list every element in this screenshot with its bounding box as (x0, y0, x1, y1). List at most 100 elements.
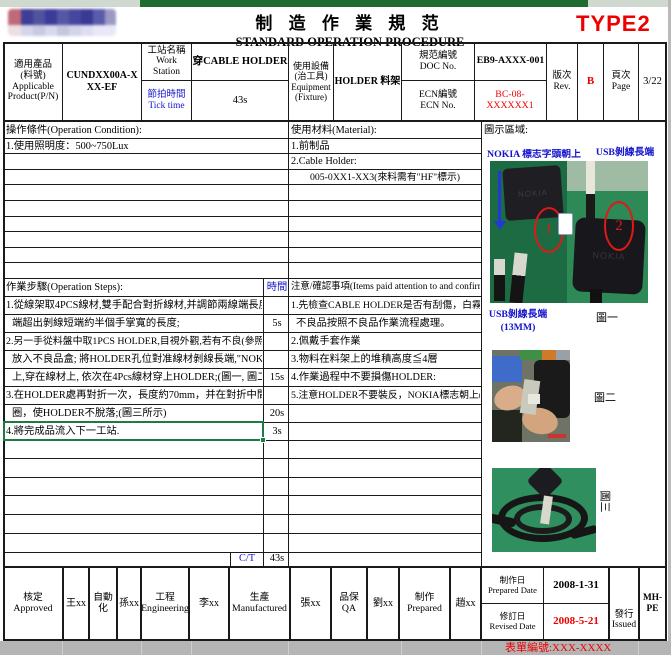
figure-3-label: 圖三 (596, 491, 613, 523)
figure-1-label: 圖一 (596, 310, 628, 327)
doc-no-label: 規范編號 DOC No. (402, 43, 474, 80)
approved-signature: 王xx (64, 568, 88, 639)
photo2-blue-bin (492, 356, 522, 382)
logo-block (33, 25, 45, 36)
tick-time-label: 節拍時間 Tick time (142, 81, 191, 120)
logo-block (93, 9, 105, 25)
top-strip-green (140, 0, 588, 7)
operation-condition-item: 1.使用照明度：500~750Lux (6, 139, 286, 154)
selected-cell-outline[interactable] (3, 421, 264, 441)
tick-time-value: 43s (192, 81, 288, 120)
grid-line (288, 43, 289, 566)
logo-block (45, 9, 57, 25)
photo2-detail (556, 350, 570, 360)
manufactured-label: 生產 Manufactured (230, 568, 289, 639)
logo-block (81, 9, 93, 25)
logo-block (8, 25, 21, 36)
equipment-label: 使用設備 (治工具) Equipment (Fixture) (289, 43, 333, 120)
equipment-value: HOLDER 料架 (334, 43, 401, 120)
arrow-down-icon (494, 221, 506, 230)
ecn-no-label: ECN編號 ECN No. (402, 81, 474, 120)
grid-line (3, 231, 481, 232)
time-header: 時間 (264, 279, 290, 296)
logo-block (93, 25, 116, 36)
page-title: 制 造 作 業 規 范 (130, 9, 570, 34)
automation-signature: 孫xx (118, 568, 140, 639)
photo2-detail (520, 350, 542, 360)
logo-block (8, 9, 21, 25)
department-code: MH-PE (640, 568, 665, 639)
automation-label: 自動 化 (90, 568, 116, 639)
cable-piece (494, 259, 505, 301)
qa-signature: 劉xx (368, 568, 398, 639)
step-text: 端超出剝線短端約半個手掌寬的長度; (12, 315, 262, 332)
cable-piece (509, 252, 527, 303)
logo-block (21, 25, 33, 36)
selection-fill-handle[interactable] (260, 437, 266, 443)
attention-item: 4.作業過程中不要損傷HOLDER: (291, 369, 480, 386)
ecn-no-value: BC-08-XXXXXX1 (474, 81, 546, 120)
attention-item: 3.物料在料架上的堆積高度≦4層 (291, 351, 480, 368)
logo-block (33, 9, 45, 25)
prepared-date-label: 制作日 Prepared Date (482, 568, 543, 603)
strip-line (62, 641, 63, 655)
callout-circle-2: 2 (604, 201, 634, 251)
company-logo-blurred (8, 9, 116, 36)
sop-document-page: 制 造 作 業 規 范 STANDARD OPERATION PROCEDURE… (0, 0, 671, 655)
photo1-right-pale (567, 161, 648, 191)
prepared-signature: 趙xx (451, 568, 480, 639)
operation-condition-header: 操作條件(Operation Condition): (6, 123, 286, 138)
stripped-cable-end (586, 161, 595, 223)
revised-date-value: 2008-5-21 (544, 604, 608, 639)
photo-figure-3 (492, 468, 596, 552)
attention-item: 2.佩戴手套作業 (291, 333, 480, 350)
page-value: 3/22 (639, 43, 666, 120)
photo2-cable-bit (528, 394, 540, 404)
logo-block (45, 25, 57, 36)
strip-line (401, 641, 402, 655)
callout-number: 1 (546, 222, 553, 238)
issued-label: 發行 Issued (610, 568, 638, 639)
attention-header: 注意/確認事項(Items paid attention to and conf… (291, 279, 480, 296)
page-label: 頁次 Page (604, 43, 638, 120)
callout-number: 2 (615, 218, 623, 235)
grid-line (3, 200, 481, 201)
step-text: 上,穿在線材上, 依次在4Pcs線材穿上HOLDER;(圖一, 圖二所示) (12, 369, 262, 386)
step-text: 放入不良品盒; 將HOLDER孔位對准線材剝線長端,"NOKIA"字頭朝 (12, 351, 262, 368)
step-time: 3s (264, 423, 290, 440)
engineering-label: 工程 Engineering (142, 568, 188, 639)
step-text: 圈，使HOLDER不脫落;(圖三所示) (12, 405, 262, 422)
attention-item: 不良品按照不良品作業流程處理。 (296, 315, 480, 332)
grid-line (3, 495, 481, 496)
logo-block (81, 25, 93, 36)
strip-line (191, 641, 192, 655)
qa-label: 品保 QA (332, 568, 366, 639)
step-text: 3.在HOLDER處再對折一次，長度約70mm，并在對折中間處扎上橡皮 (6, 387, 262, 404)
grid-line (3, 120, 667, 122)
figure-note-nokia: NOKIA 標志字頭朝上 (487, 149, 599, 161)
photo2-timestamp (548, 434, 566, 438)
photo-figure-1: NOKIA 1 NOKIA 2 (490, 161, 648, 303)
figure-note-usb-2: USB剝線長端 (13MM) (482, 306, 554, 336)
manufactured-signature: 張xx (291, 568, 330, 639)
revised-date-label: 修訂日 Revised Date (482, 604, 543, 639)
logo-block (21, 9, 33, 25)
grid-line (3, 477, 481, 478)
grid-line (3, 247, 481, 248)
material-header: 使用材料(Material): (291, 123, 479, 138)
grid-line (3, 533, 481, 534)
figure-area-label: 圖示區域: (484, 123, 584, 138)
grid-line (3, 262, 481, 263)
step-time: 5s (264, 315, 290, 332)
pointer-box (558, 213, 573, 235)
nokia-brand-emboss: NOKIA (518, 187, 548, 198)
material-item: 2.Cable Holder: (291, 154, 479, 169)
grid-line (665, 42, 667, 641)
attention-item: 5.注意HOLDER不要裝反，NOKIA標志朝上(圖一)。 (291, 387, 480, 404)
grid-line (481, 122, 482, 566)
material-item: 1.前制品 (291, 139, 479, 154)
photo2-dark-corner (492, 410, 522, 442)
strip-line (481, 641, 482, 655)
attention-item: 1.先檢查CABLE HOLDER是否有刮傷，白霧等不良 (291, 297, 480, 314)
step-time: 15s (264, 369, 290, 386)
